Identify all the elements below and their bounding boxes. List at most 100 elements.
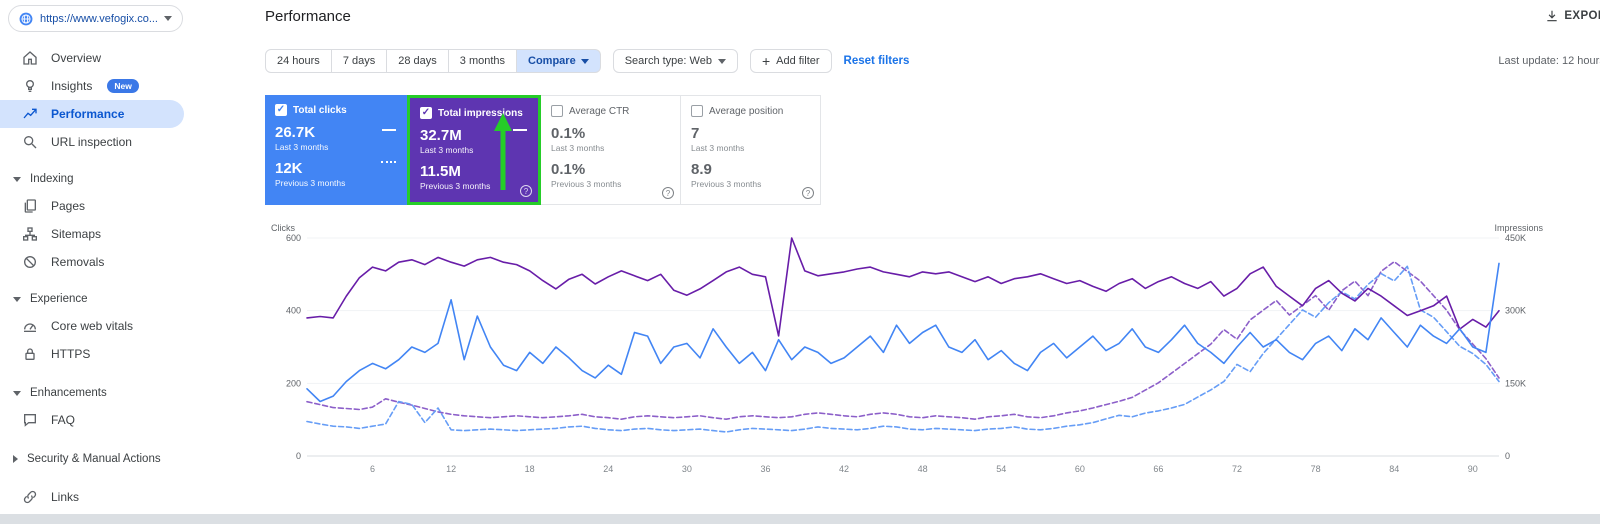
sidebar-item-performance[interactable]: Performance	[0, 100, 184, 128]
sidebar-item-url-inspection[interactable]: URL inspection	[0, 128, 200, 156]
svg-text:300K: 300K	[1505, 306, 1526, 316]
metric-period-previous: Previous 3 months	[420, 181, 491, 191]
compare-button[interactable]: Compare	[517, 49, 601, 73]
svg-text:600: 600	[286, 233, 301, 243]
total-impressions-card[interactable]: ✓ Total impressions 32.7M Last 3 months …	[407, 95, 541, 205]
sidebar: https://www.vefogix.co... Overview Insig…	[0, 0, 200, 514]
metric-cards: ✓ Total clicks 26.7K Last 3 months 12K P…	[265, 95, 821, 205]
search-icon	[22, 134, 38, 150]
export-button[interactable]: EXPORT	[1545, 9, 1600, 23]
sidebar-section-experience[interactable]: Experience	[0, 286, 200, 312]
svg-text:400: 400	[286, 306, 301, 316]
svg-text:84: 84	[1389, 464, 1399, 474]
svg-text:42: 42	[839, 464, 849, 474]
metric-period-current: Last 3 months	[275, 142, 329, 152]
reset-filters-link[interactable]: Reset filters	[844, 55, 910, 67]
sidebar-item-core-web-vitals[interactable]: Core web vitals	[0, 312, 200, 340]
metric-period-previous: Previous 3 months	[691, 179, 762, 189]
sidebar-item-links[interactable]: Links	[0, 483, 200, 511]
compare-label: Compare	[528, 55, 576, 67]
help-icon[interactable]: ?	[520, 185, 532, 197]
metric-value-current: 26.7K	[275, 124, 316, 141]
performance-chart-icon	[22, 106, 38, 122]
sidebar-item-label: Overview	[51, 51, 102, 65]
sitemap-icon	[22, 226, 38, 242]
svg-text:18: 18	[525, 464, 535, 474]
help-icon[interactable]: ?	[662, 187, 674, 199]
svg-text:0: 0	[296, 451, 301, 461]
checkbox-unchecked-icon[interactable]	[691, 105, 703, 117]
sidebar-item-label: Pages	[51, 199, 86, 213]
solid-line-legend-icon	[382, 129, 396, 131]
metric-value-previous: 0.1%	[551, 161, 586, 178]
property-url: https://www.vefogix.co...	[40, 12, 157, 25]
sidebar-item-label: Links	[51, 490, 80, 504]
date-range-segmented-control: 24 hours 7 days 28 days 3 months Compare	[265, 49, 601, 73]
section-label: Indexing	[30, 173, 74, 185]
svg-text:78: 78	[1311, 464, 1321, 474]
checkbox-unchecked-icon[interactable]	[551, 105, 563, 117]
checkbox-checked-icon[interactable]: ✓	[420, 107, 432, 119]
svg-text:36: 36	[760, 464, 770, 474]
add-filter-button[interactable]: + Add filter	[749, 49, 832, 73]
chevron-down-icon	[580, 58, 589, 64]
chevron-down-icon	[13, 176, 21, 182]
link-icon	[22, 489, 38, 505]
section-label: Enhancements	[30, 387, 107, 399]
sidebar-item-faq[interactable]: FAQ	[0, 406, 200, 434]
search-type-dropdown[interactable]: Search type: Web	[612, 49, 738, 73]
metric-value-previous: 11.5M	[420, 163, 461, 180]
main-content: Performance EXPORT 24 hours 7 days 28 da…	[265, 0, 1600, 514]
sidebar-item-label: Core web vitals	[51, 319, 134, 333]
download-icon	[1547, 10, 1557, 22]
sidebar-item-label: Removals	[51, 255, 105, 269]
help-icon[interactable]: ?	[802, 187, 814, 199]
metric-label: Total clicks	[293, 104, 347, 116]
average-position-card[interactable]: Average position 7 Last 3 months 8.9 Pre…	[681, 95, 821, 205]
new-badge: New	[107, 79, 139, 93]
add-filter-label: Add filter	[776, 55, 820, 67]
date-range-3-months[interactable]: 3 months	[448, 49, 518, 73]
total-clicks-card[interactable]: ✓ Total clicks 26.7K Last 3 months 12K P…	[265, 95, 407, 205]
date-range-24-hours[interactable]: 24 hours	[265, 49, 332, 73]
metric-value-previous: 12K	[275, 160, 303, 177]
sidebar-item-label: Sitemaps	[51, 227, 102, 241]
lightbulb-icon	[22, 78, 38, 94]
checkbox-checked-icon[interactable]: ✓	[275, 104, 287, 116]
date-range-7-days[interactable]: 7 days	[331, 49, 388, 73]
sidebar-section-security[interactable]: Security & Manual Actions	[0, 446, 200, 472]
metric-label: Average CTR	[569, 105, 630, 117]
sidebar-section-enhancements[interactable]: Enhancements	[0, 380, 200, 406]
date-range-28-days[interactable]: 28 days	[387, 49, 449, 73]
sidebar-item-removals[interactable]: Removals	[0, 248, 200, 276]
last-update-text: Last update: 12 hours a	[1498, 55, 1600, 67]
chevron-down-icon	[717, 58, 726, 64]
sidebar-item-overview[interactable]: Overview	[0, 44, 200, 72]
metric-value-previous: 8.9	[691, 161, 712, 178]
lock-icon	[22, 346, 38, 362]
average-ctr-card[interactable]: Average CTR 0.1% Last 3 months 0.1% Prev…	[541, 95, 681, 205]
sidebar-section-indexing[interactable]: Indexing	[0, 166, 200, 192]
property-selector[interactable]: https://www.vefogix.co...	[8, 5, 183, 32]
sidebar-item-label: URL inspection	[51, 135, 132, 149]
pages-icon	[22, 198, 38, 214]
sidebar-item-pages[interactable]: Pages	[0, 192, 200, 220]
sidebar-item-sitemaps[interactable]: Sitemaps	[0, 220, 200, 248]
metric-value-current: 7	[691, 125, 700, 142]
metric-period-current: Last 3 months	[420, 145, 474, 155]
solid-line-legend-icon	[513, 129, 527, 131]
sidebar-item-label: FAQ	[51, 413, 76, 427]
metric-period-current: Last 3 months	[551, 143, 605, 153]
svg-text:66: 66	[1153, 464, 1163, 474]
chevron-down-icon	[13, 390, 21, 396]
svg-text:12: 12	[446, 464, 456, 474]
svg-text:450K: 450K	[1505, 233, 1526, 243]
sidebar-item-label: HTTPS	[51, 347, 91, 361]
sidebar-item-https[interactable]: HTTPS	[0, 340, 200, 368]
plus-icon: +	[761, 53, 771, 69]
metric-period-current: Last 3 months	[691, 143, 745, 153]
svg-text:0: 0	[1505, 451, 1510, 461]
svg-text:72: 72	[1232, 464, 1242, 474]
removals-icon	[22, 254, 38, 270]
sidebar-item-insights[interactable]: Insights New	[0, 72, 200, 100]
